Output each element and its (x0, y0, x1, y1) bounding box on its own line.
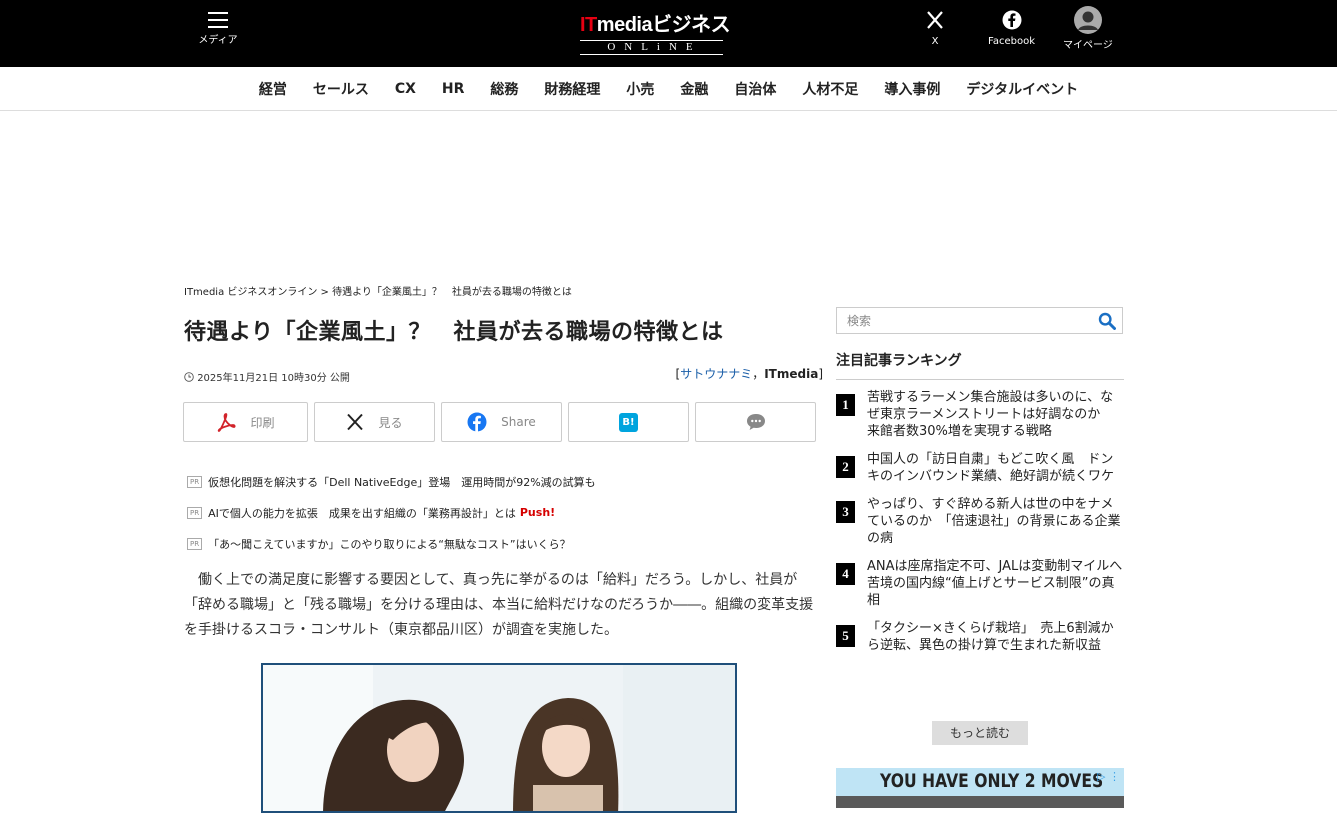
nav-item-cx[interactable]: CX (395, 81, 416, 97)
media-menu-label: メディア (198, 35, 238, 46)
x-label: X (931, 36, 939, 47)
ranking-item[interactable]: 4 ANAは座席指定不可、JALは変動制マイルへ 苦境の国内線“値上げとサービス… (836, 558, 1136, 609)
comment-button[interactable] (695, 402, 816, 442)
share-x-label: 見る (378, 415, 403, 430)
ad-headline: YOU HAVE ONLY 2 MOVES (880, 770, 1104, 792)
pr-item-text: AIで個人の能力を拡張 成果を出す組織の「業務再設計」とは (208, 506, 516, 520)
nav-item-jirei[interactable]: 導入事例 (884, 79, 940, 99)
nav-item-kinyu[interactable]: 金融 (680, 79, 708, 99)
nav-item-hr[interactable]: HR (442, 81, 465, 97)
rank-number: 2 (836, 456, 855, 478)
nav-item-kouri[interactable]: 小売 (626, 79, 654, 99)
facebook-label: Facebook (988, 36, 1035, 47)
mypage-link[interactable]: マイページ (1063, 6, 1113, 51)
facebook-icon (467, 412, 487, 432)
share-bar: 印刷 見る Share B! (183, 402, 822, 442)
logo-online: ONLiNE (580, 40, 723, 55)
rank-text: 「タクシー×きくらげ栽培」 売上6割減から逆転、異色の掛け算で生まれた新収益 (867, 621, 1114, 653)
nav-item-jichitai[interactable]: 自治体 (734, 79, 776, 99)
nav-item-somu[interactable]: 総務 (490, 79, 518, 99)
pr-badge: PR (187, 475, 203, 488)
ranking-item[interactable]: 3 やっぱり、すぐ辞める新人は世の中をナメているのか 「倍速退社」の背景にある企… (836, 496, 1124, 547)
share-facebook-button[interactable]: Share (441, 402, 562, 442)
rank-number: 1 (836, 394, 855, 416)
sidebar-ad[interactable]: YOU HAVE ONLY 2 MOVES ▷ ⋮ (836, 768, 1124, 808)
nav-item-zaimu[interactable]: 財務経理 (544, 79, 600, 99)
search-input[interactable] (837, 308, 1087, 333)
facebook-icon (1002, 10, 1021, 30)
hamburger-icon (208, 12, 228, 28)
article-photo (261, 663, 737, 813)
nav-item-sales[interactable]: セールス (313, 79, 369, 99)
pr-item[interactable]: PR AIで個人の能力を拡張 成果を出す組織の「業務再設計」とは Push! (187, 497, 596, 528)
pr-item[interactable]: PR 仮想化問題を解決する「Dell NativeEdge」登場 運用時間が92… (187, 466, 596, 497)
publish-date: 2025年11月21日 10時30分 公開 (184, 369, 350, 384)
author-byline: [サトウナナミ，ITmedia] (676, 365, 824, 382)
logo-it: IT (580, 14, 597, 36)
site-logo[interactable]: ITmediaビジネス ONLiNE (580, 8, 731, 55)
rank-text: 中国人の「訪日自粛」もどこ吹く風 ドンキのインバウンド業績、絶好調が続くワケ (867, 452, 1115, 484)
ad-choices-icon[interactable]: ▷ ⋮ (1097, 770, 1120, 783)
rank-text: ANAは座席指定不可、JALは変動制マイルへ 苦境の国内線“値上げとサービス制限… (867, 559, 1136, 608)
rank-number: 3 (836, 501, 855, 523)
x-icon (346, 413, 364, 431)
pr-list: PR 仮想化問題を解決する「Dell NativeEdge」登場 運用時間が92… (187, 466, 596, 559)
media-menu-button[interactable]: メディア (196, 12, 240, 46)
pr-badge: PR (187, 506, 203, 519)
user-icon (1073, 6, 1102, 34)
pr-item-text: 仮想化問題を解決する「Dell NativeEdge」登場 運用時間が92%減の… (208, 475, 596, 489)
facebook-link[interactable]: Facebook (988, 10, 1035, 47)
ranking-item[interactable]: 5 「タクシー×きくらげ栽培」 売上6割減から逆転、異色の掛け算で生まれた新収益 (836, 620, 1124, 654)
print-label: 印刷 (250, 415, 275, 430)
article-title: 待遇より「企業風土」？ 社員が去る職場の特徴とは (184, 320, 724, 345)
comment-icon (746, 414, 765, 430)
author-link[interactable]: サトウナナミ (680, 367, 752, 381)
x-link[interactable]: X (925, 10, 945, 47)
read-more-button[interactable]: もっと読む (932, 721, 1028, 745)
pr-badge: PR (187, 537, 203, 550)
category-nav: 経営 セールス CX HR 総務 財務経理 小売 金融 自治体 人材不足 導入事… (0, 67, 1337, 111)
push-badge: Push! (519, 506, 556, 519)
search-box (836, 307, 1123, 334)
ranking-list: 1 苦戦するラーメン集合施設は多いのに、なぜ東京ラーメンストリートは好調なのか … (836, 389, 1136, 665)
share-x-button[interactable]: 見る (314, 402, 435, 442)
rank-text: 苦戦するラーメン集合施設は多いのに、なぜ東京ラーメンストリートは好調なのか 来館… (867, 390, 1114, 439)
print-button[interactable]: 印刷 (183, 402, 308, 442)
pr-item-text: 「あ～聞こえていますか」このやり取りによる“無駄なコスト”はいくら？ (208, 537, 571, 551)
search-icon[interactable] (1098, 312, 1116, 334)
nav-item-jinzai[interactable]: 人材不足 (802, 79, 858, 99)
rank-number: 4 (836, 563, 855, 585)
ranking-title: 注目記事ランキング (836, 350, 1124, 380)
site-header: メディア ITmediaビジネス ONLiNE X Facebook マイページ (0, 0, 1337, 67)
hatena-icon: B! (619, 412, 638, 432)
nav-item-keiei[interactable]: 経営 (259, 79, 287, 99)
nav-item-event[interactable]: デジタルイベント (966, 79, 1078, 99)
rank-number: 5 (836, 625, 855, 647)
rank-text: やっぱり、すぐ辞める新人は世の中をナメているのか 「倍速退社」の背景にある企業の… (867, 497, 1121, 546)
byline-sep: ， (752, 367, 765, 381)
breadcrumb[interactable]: ITmedia ビジネスオンライン > 待遇より「企業風土」？ 社員が去る職場の… (184, 283, 572, 298)
mypage-label: マイページ (1063, 40, 1113, 51)
office-photo-illustration (263, 665, 735, 811)
ranking-item[interactable]: 2 中国人の「訪日自粛」もどこ吹く風 ドンキのインバウンド業績、絶好調が続くワケ (836, 451, 1124, 485)
share-facebook-label: Share (501, 415, 536, 429)
ranking-item[interactable]: 1 苦戦するラーメン集合施設は多いのに、なぜ東京ラーメンストリートは好調なのか … (836, 389, 1124, 440)
ad-image (836, 796, 1124, 808)
publish-date-text: 2025年11月21日 10時30分 公開 (197, 373, 350, 384)
hatena-bookmark-button[interactable]: B! (568, 402, 689, 442)
x-icon (927, 11, 943, 29)
pdf-icon (216, 412, 237, 432)
author-org: ITmedia (764, 367, 819, 381)
byline-bracket-close: ] (818, 367, 823, 381)
clock-icon (184, 372, 194, 382)
pr-item[interactable]: PR 「あ～聞こえていますか」このやり取りによる“無駄なコスト”はいくら？ (187, 528, 596, 559)
logo-media: mediaビジネス (596, 14, 731, 36)
article-lead: 働く上での満足度に影響する要因として、真っ先に挙がるのは「給料」だろう。しかし、… (184, 572, 814, 638)
